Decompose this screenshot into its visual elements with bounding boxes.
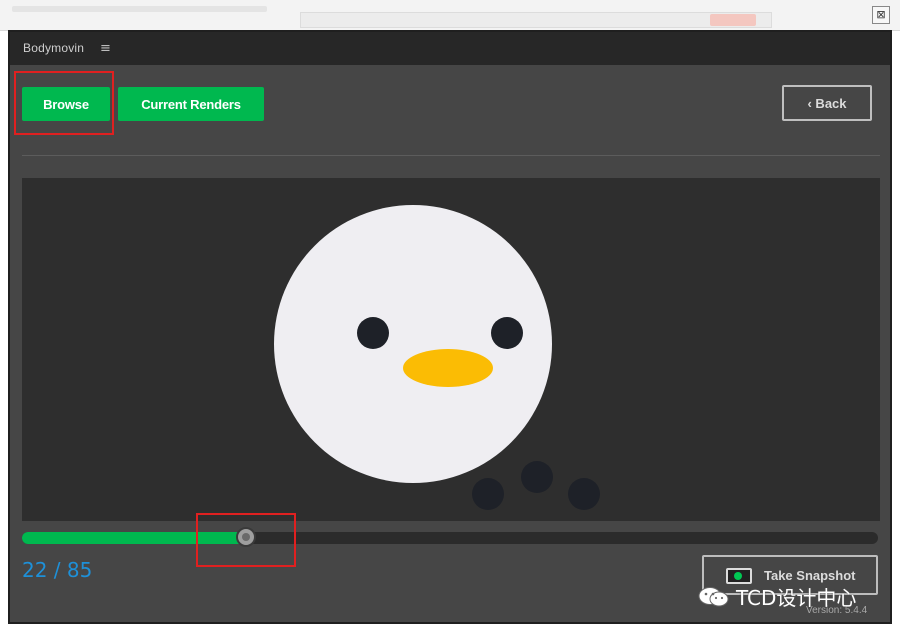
divider — [22, 155, 880, 156]
wechat-icon — [698, 586, 729, 606]
character-beak — [403, 349, 493, 387]
character-right-eye — [491, 317, 523, 349]
timeline-handle-highlight-box — [196, 513, 296, 567]
animation-preview-stage — [22, 178, 880, 521]
timeline-slider[interactable] — [22, 527, 878, 547]
take-snapshot-label: Take Snapshot — [764, 568, 856, 583]
loading-dot-2 — [521, 461, 553, 493]
hamburger-menu-icon[interactable]: ≡ — [100, 41, 111, 56]
watermark: TCD设计中心 — [698, 582, 856, 611]
back-button[interactable]: ‹ Back — [782, 85, 872, 121]
character-left-eye — [357, 317, 389, 349]
loading-dot-1 — [472, 478, 504, 510]
watermark-text: TCD设计中心 — [736, 586, 857, 610]
background-window — [0, 0, 900, 31]
current-renders-button[interactable]: Current Renders — [118, 87, 264, 121]
frame-counter: 22 / 85 — [22, 558, 93, 582]
background-button — [710, 14, 756, 26]
panel-titlebar: Bodymovin ≡ — [10, 32, 890, 65]
animation-preview-canvas — [274, 205, 600, 510]
background-title — [12, 6, 267, 12]
bodymovin-panel: Bodymovin ≡ Browse Current Renders ‹ Bac… — [8, 30, 892, 624]
browse-highlight-box — [14, 71, 114, 135]
loading-dot-3 — [568, 478, 600, 510]
window-close-icon[interactable]: ⊠ — [872, 6, 890, 24]
panel-title: Bodymovin — [23, 41, 85, 55]
background-toolbar — [300, 12, 772, 28]
